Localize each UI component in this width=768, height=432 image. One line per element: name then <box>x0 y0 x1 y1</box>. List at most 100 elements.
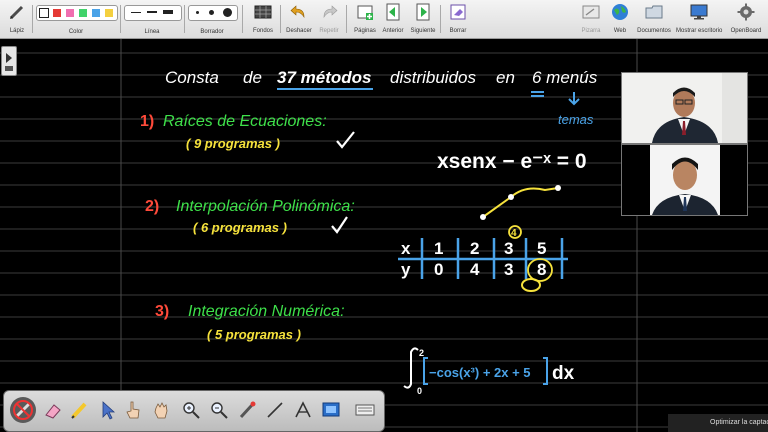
redo-button[interactable]: Repetir <box>312 1 346 35</box>
webcam-video-presenter[interactable] <box>621 72 748 144</box>
toolbar-divider <box>280 5 281 33</box>
integral-lower-limit: 0 <box>417 386 422 396</box>
table-y-cell: 4 <box>470 260 480 279</box>
redo-label: Repetir <box>319 28 339 34</box>
zoom-out-icon <box>211 402 228 419</box>
web-label: Web <box>613 28 627 34</box>
top-toolbar: Lápiz Color Línea Borrador Fondos Deshac… <box>0 0 768 39</box>
virtual-keyboard-button[interactable] <box>354 399 376 421</box>
toolbar-divider <box>32 5 33 33</box>
gear-icon <box>737 3 755 21</box>
backgrounds-button[interactable]: Fondos <box>246 1 280 35</box>
heading-menus: 6 menús <box>532 68 598 87</box>
capture-screen-icon <box>322 402 340 417</box>
clear-page-button[interactable]: Borrar <box>441 1 475 35</box>
eraser-tool-button[interactable] <box>42 399 64 421</box>
section2-number: 2) <box>145 198 159 215</box>
arrow-down-icon <box>568 92 580 106</box>
pen-tool-button[interactable]: Lápiz <box>0 1 34 35</box>
interpolation-point <box>555 185 561 191</box>
add-page-icon <box>357 5 373 20</box>
zoom-in-icon <box>183 402 200 419</box>
zoom-in-tool-button[interactable] <box>180 399 202 421</box>
color-label: Color <box>68 29 84 35</box>
color-swatch-pink[interactable] <box>66 9 74 17</box>
chevron-right-icon <box>5 53 13 71</box>
heading-distribuidos: distribuidos <box>390 68 476 87</box>
table-y-header: y <box>401 260 411 279</box>
highlighter-tool-button[interactable] <box>68 399 90 421</box>
openboard-label: OpenBoard <box>730 28 762 34</box>
side-panel-toggle[interactable] <box>1 46 17 76</box>
section2-programs: ( 6 programas ) <box>193 220 287 235</box>
eraser-small-option[interactable] <box>196 11 199 14</box>
web-button[interactable]: Web <box>603 1 637 35</box>
heading-methods-count: 37 métodos <box>277 68 371 87</box>
system-notification[interactable]: Optimizar la captación <box>668 414 768 432</box>
globe-icon <box>612 4 628 20</box>
documents-button[interactable]: Documentos <box>634 1 674 35</box>
hand-tool-button[interactable] <box>150 399 172 421</box>
color-swatch-blue[interactable] <box>92 9 100 17</box>
toolbar-divider <box>242 5 243 33</box>
section3-number: 3) <box>155 303 169 320</box>
stylus-disabled-button[interactable] <box>10 397 36 423</box>
laser-pointer-button[interactable] <box>236 399 258 421</box>
undo-arrow-icon <box>290 5 305 19</box>
line-thin-option[interactable] <box>131 12 141 13</box>
integrand: −cos(x³) + 2x + 5 <box>429 365 531 380</box>
line-tool-button[interactable] <box>264 399 286 421</box>
openboard-menu-button[interactable]: OpenBoard <box>726 1 766 35</box>
next-page-icon <box>416 3 430 21</box>
color-swatch-yellow[interactable] <box>105 9 113 17</box>
previous-label: Anterior <box>382 28 404 34</box>
text-tool-icon <box>295 401 311 418</box>
bracket-right <box>543 357 548 385</box>
stylus-palette <box>3 390 385 432</box>
section3-title: Integración Numérica: <box>188 303 345 320</box>
section1-number: 1) <box>140 113 154 130</box>
zoom-out-tool-button[interactable] <box>208 399 230 421</box>
hand-grab-icon <box>154 402 168 419</box>
line-label: Línea <box>144 29 160 35</box>
clear-label: Borrar <box>449 28 467 34</box>
show-desktop-button[interactable]: Mostrar escritorio <box>676 1 722 35</box>
line-thick-option[interactable] <box>163 10 173 14</box>
eraser-medium-option[interactable] <box>209 10 214 15</box>
section2-title: Interpolación Polinómica: <box>176 198 355 215</box>
redo-arrow-icon <box>323 5 338 19</box>
select-tool-button[interactable] <box>96 399 118 421</box>
next-page-button[interactable]: Siguiente <box>406 1 440 35</box>
capture-tool-button[interactable] <box>320 399 342 421</box>
eraser-icon <box>45 404 61 419</box>
table-x-header: x <box>401 239 411 258</box>
undo-button[interactable]: Deshacer <box>282 1 316 35</box>
table-y-cell: 8 <box>537 260 546 279</box>
color-swatch-white[interactable] <box>39 8 49 18</box>
integral-sign-icon <box>403 347 419 389</box>
interact-tool-button[interactable] <box>122 399 144 421</box>
table-x-cell: 3 <box>504 239 513 258</box>
presenter-video-frame <box>622 73 747 143</box>
table-x-cell: 2 <box>470 239 479 258</box>
eraser-large-option[interactable] <box>223 8 232 17</box>
undo-label: Deshacer <box>286 28 312 34</box>
table-y-cell: 0 <box>434 260 443 279</box>
laser-pointer-icon <box>239 401 256 419</box>
student-photo-frame <box>622 145 747 215</box>
section1-programs: ( 9 programas ) <box>186 136 280 151</box>
eraser-label: Borrador <box>200 29 224 35</box>
no-pen-icon <box>13 400 33 420</box>
line-medium-option[interactable] <box>147 11 157 13</box>
color-swatch-red[interactable] <box>53 9 61 17</box>
text-tool-button[interactable] <box>292 399 314 421</box>
toolbar-divider <box>346 5 347 33</box>
webcam-video-student[interactable] <box>621 144 748 216</box>
checkmark-icon <box>336 131 355 149</box>
table-x-cell: 5 <box>537 239 546 258</box>
interpolation-point <box>508 194 514 200</box>
previous-page-button[interactable]: Anterior <box>376 1 410 35</box>
toolbar-divider <box>120 5 121 33</box>
table-y-cell: 3 <box>504 260 513 279</box>
color-swatch-green[interactable] <box>79 9 87 17</box>
